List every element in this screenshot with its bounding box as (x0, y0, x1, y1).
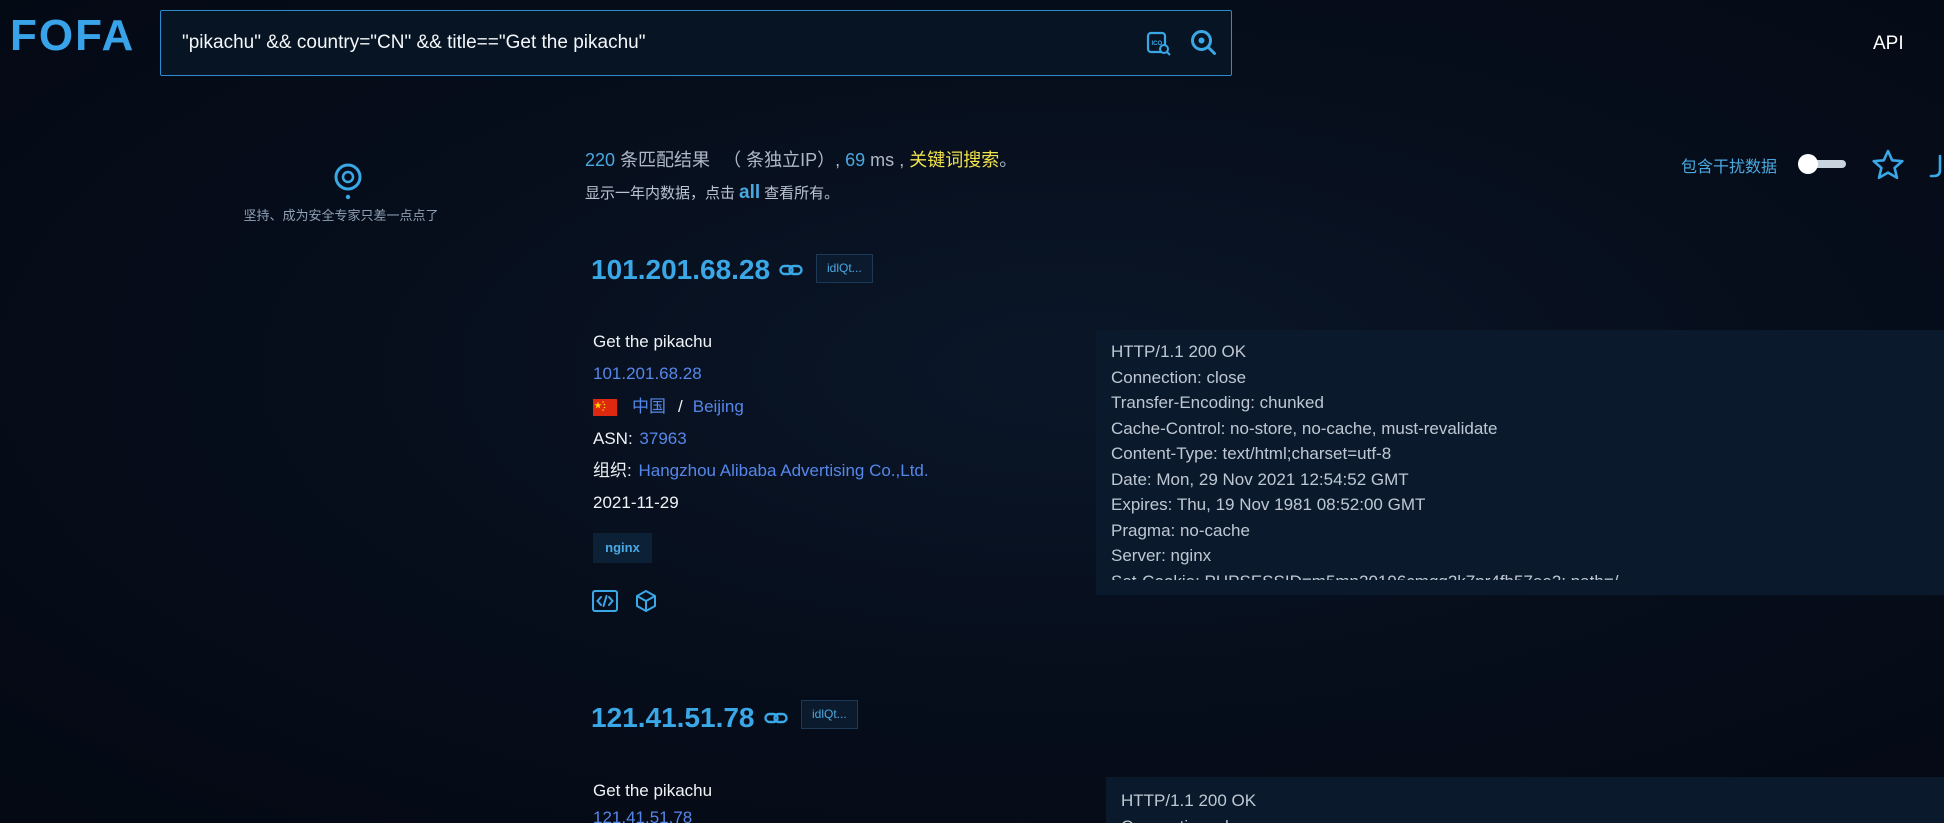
response-header-panel: HTTP/1.1 200 OK Connection: close (1106, 777, 1944, 823)
api-link[interactable]: API (1873, 33, 1904, 55)
result-summary: 220 条匹配结果 （ 条独立IP）, 69 ms , 关键词搜索。 (585, 148, 1017, 172)
search-input[interactable]: "pikachu" && country="CN" && title=="Get… (182, 11, 645, 74)
query-time: 69 (845, 150, 866, 170)
org-link[interactable]: Hangzhou Alibaba Advertising Co.,Ltd. (638, 461, 928, 480)
result-title: Get the pikachu (593, 332, 713, 351)
header-line: Server: nginx (1111, 546, 1212, 565)
result-title: Get the pikachu (593, 781, 713, 800)
result-note: 显示一年内数据，点击 all 查看所有。 (585, 182, 839, 205)
asn-label: ASN: (593, 429, 633, 448)
result-location: 中国 / Beijing (593, 396, 744, 418)
location-separator: / (678, 397, 683, 416)
header-line: Cache-Control: no-store, no-cache, must-… (1111, 418, 1498, 438)
fofa-search-page: FOFA "pikachu" && country="CN" && title=… (0, 0, 1944, 823)
include-noise-toggle[interactable] (1798, 153, 1846, 175)
header-line: HTTP/1.1 200 OK (1111, 342, 1247, 361)
result-country-link[interactable]: 中国 (632, 396, 666, 418)
china-flag-icon (593, 398, 617, 416)
separator: , (899, 150, 905, 170)
response-header-list: HTTP/1.1 200 OK Connection: close (1121, 788, 1944, 823)
result-count-label: 条匹配结果 (620, 150, 711, 170)
period: 。 (999, 150, 1018, 170)
header-line: Pragma: no-cache (1111, 520, 1250, 540)
header-line: Content-Type: text/html;charset=utf-8 (1111, 444, 1392, 463)
result-date: 2021-11-29 (593, 493, 679, 512)
response-header-panel: HTTP/1.1 200 OK Connection: close Transf… (1096, 330, 1944, 595)
result-ip-title[interactable]: 121.41.51.78 (591, 700, 755, 736)
link-icon[interactable] (764, 711, 788, 725)
note-suffix: 查看所有。 (764, 185, 840, 202)
result-asn: ASN: 37963 (593, 428, 687, 450)
include-noise-label: 包含干扰数据 (1681, 159, 1778, 176)
result-hash-tag[interactable]: idlQt... (816, 254, 873, 283)
query-time-unit: ms (870, 150, 895, 170)
cube-icon[interactable] (634, 589, 658, 613)
search-bar[interactable]: "pikachu" && country="CN" && title=="Get… (160, 10, 1232, 76)
star-icon[interactable] (1871, 148, 1905, 182)
show-all-link[interactable]: all (739, 182, 760, 203)
header-line: Connection: close (1111, 367, 1247, 387)
note-prefix: 显示一年内数据，点击 (585, 185, 736, 202)
result-city-link[interactable]: Beijing (693, 396, 744, 418)
result-host-link[interactable]: 121.41.51.78 (593, 807, 692, 823)
header-line: Set-Cookie: PHPSESSID=m5mn20196cmgq2k7pr… (1111, 569, 1944, 581)
header-line: Expires: Thu, 19 Nov 1981 08:52:00 GMT (1111, 495, 1426, 514)
result-ip-title[interactable]: 101.201.68.28 (591, 252, 770, 288)
org-label: 组织: (593, 461, 632, 480)
search-mode-link[interactable]: 关键词搜索 (909, 150, 999, 170)
sidebar-slogan: 坚持、成为安全专家只差一点点了 (243, 208, 439, 223)
header-line: Connection: close (1121, 814, 1944, 823)
server-tag[interactable]: nginx (593, 533, 652, 563)
separator: , (835, 150, 841, 170)
header-line: HTTP/1.1 200 OK (1121, 791, 1257, 810)
fofa-pin-icon (332, 162, 364, 202)
header-line: Date: Mon, 29 Nov 2021 12:54:52 GMT (1111, 469, 1409, 489)
unique-ip-label: （ 条独立IP） (723, 150, 836, 170)
export-icon[interactable] (1928, 150, 1944, 182)
result-hash-tag[interactable]: idlQt... (801, 700, 858, 729)
fofa-logo[interactable]: FOFA (10, 8, 135, 64)
toggle-knob[interactable] (1798, 154, 1818, 174)
image-search-icon[interactable]: ICO (1145, 30, 1171, 56)
response-header-list: HTTP/1.1 200 OK Connection: close Transf… (1111, 339, 1944, 580)
result-count: 220 (585, 150, 616, 170)
source-code-icon[interactable] (591, 589, 619, 613)
result-org: 组织: Hangzhou Alibaba Advertising Co.,Ltd… (593, 460, 929, 482)
asn-link[interactable]: 37963 (639, 429, 686, 448)
result-host-clip: 121.41.51.78 (593, 807, 692, 823)
header-line: Transfer-Encoding: chunked (1111, 393, 1324, 412)
result-host-link[interactable]: 101.201.68.28 (593, 363, 702, 385)
link-icon[interactable] (779, 263, 803, 277)
search-icon[interactable] (1189, 28, 1217, 56)
